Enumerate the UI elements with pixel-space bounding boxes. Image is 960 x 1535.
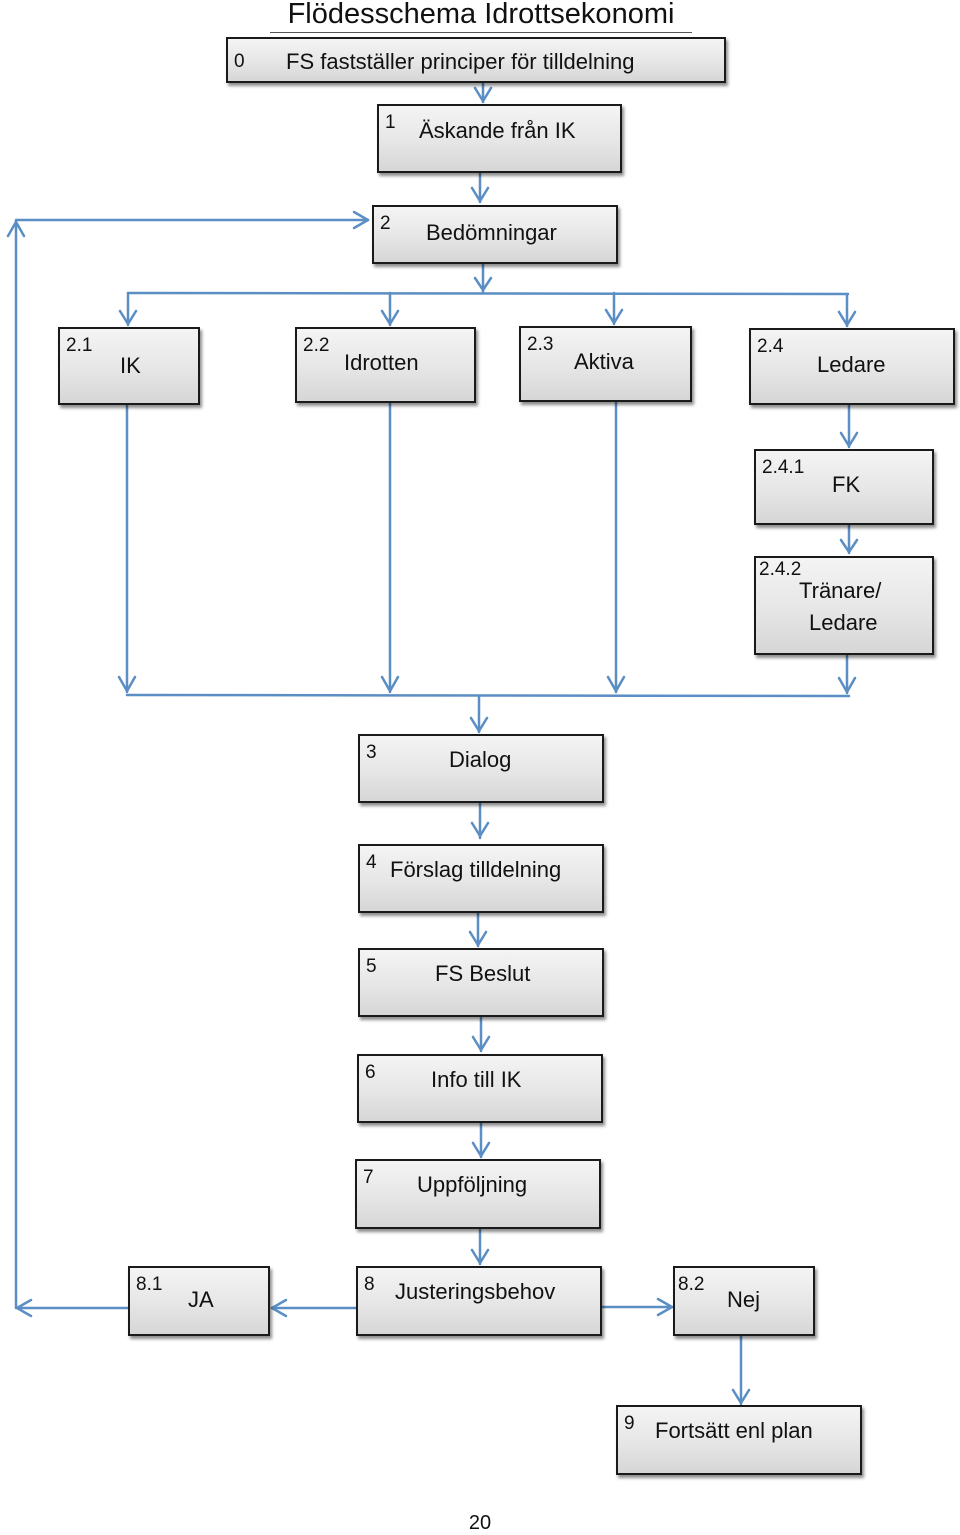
node-label: Fortsätt enl plan	[655, 1418, 813, 1443]
branch-bus-bottom	[125, 693, 851, 698]
node-label: Äskande från IK	[419, 118, 576, 143]
node-2-1[interactable]: 2.1 IK	[58, 327, 200, 405]
node-label: FS fastställer principer för tilldelning	[286, 49, 635, 74]
node-number: 7	[363, 1167, 374, 1188]
node-9[interactable]: 9 Fortsätt enl plan	[616, 1405, 862, 1475]
node-1[interactable]: 1 Äskande från IK	[377, 104, 622, 173]
node-number: 2.4.1	[762, 457, 805, 478]
node-number: 8.2	[678, 1274, 705, 1295]
node-label: Justeringsbehov	[395, 1279, 556, 1304]
node-label: Uppföljning	[417, 1172, 528, 1197]
node-7[interactable]: 7 Uppföljning	[355, 1159, 601, 1229]
node-label: Idrotten	[344, 350, 419, 375]
node-8-2[interactable]: 8.2 Nej	[673, 1266, 815, 1336]
node-label: Nej	[727, 1287, 761, 1312]
node-2-4[interactable]: 2.4 Ledare	[749, 328, 955, 405]
node-number: 2.2	[303, 335, 330, 356]
node-number: 5	[366, 956, 377, 977]
node-label: Ledare	[817, 352, 886, 377]
page-number: 20	[468, 1512, 492, 1534]
node-label: FS Beslut	[435, 961, 531, 986]
branch-bus-top	[126, 291, 850, 296]
node-number: 8	[364, 1274, 375, 1295]
node-number: 2.4.2	[759, 559, 802, 580]
node-label-line-2: Ledare	[809, 610, 878, 635]
node-number: 1	[385, 112, 396, 133]
node-number: 2	[380, 213, 391, 234]
node-label: IK	[120, 353, 141, 378]
node-number: 4	[366, 852, 377, 873]
node-label: FK	[832, 472, 861, 497]
node-2-4-1[interactable]: 2.4.1 FK	[754, 449, 934, 525]
node-number: 6	[365, 1062, 376, 1083]
node-number: 0	[234, 51, 245, 72]
node-8-1[interactable]: 8.1 JA	[128, 1266, 270, 1336]
node-label: JA	[188, 1287, 214, 1312]
node-number: 2.3	[527, 334, 554, 355]
node-2-2[interactable]: 2.2 Idrotten	[295, 327, 476, 403]
node-label: Dialog	[449, 747, 512, 772]
node-2-3[interactable]: 2.3 Aktiva	[519, 326, 692, 402]
node-6[interactable]: 6 Info till IK	[357, 1054, 603, 1123]
node-label: Förslag tilldelning	[390, 857, 562, 882]
node-number: 8.1	[136, 1274, 163, 1295]
node-3[interactable]: 3 Dialog	[358, 734, 604, 803]
node-label-line-1: Tränare/	[799, 578, 882, 603]
node-2-4-2[interactable]: 2.4.2 Tränare/ Ledare	[754, 556, 934, 655]
node-2[interactable]: 2 Bedömningar	[372, 205, 618, 264]
node-number: 2.4	[757, 336, 784, 357]
node-number: 2.1	[66, 335, 93, 356]
node-number: 9	[624, 1413, 635, 1434]
node-number: 3	[366, 742, 377, 763]
node-4[interactable]: 4 Förslag tilldelning	[358, 844, 604, 913]
node-5[interactable]: 5 FS Beslut	[358, 948, 604, 1017]
node-0[interactable]: 0 FS fastställer principer för tilldelni…	[226, 37, 726, 83]
node-8[interactable]: 8 Justeringsbehov	[356, 1266, 602, 1336]
node-label: Info till IK	[431, 1067, 522, 1092]
node-label: Bedömningar	[426, 220, 557, 245]
node-label: Aktiva	[574, 349, 634, 374]
